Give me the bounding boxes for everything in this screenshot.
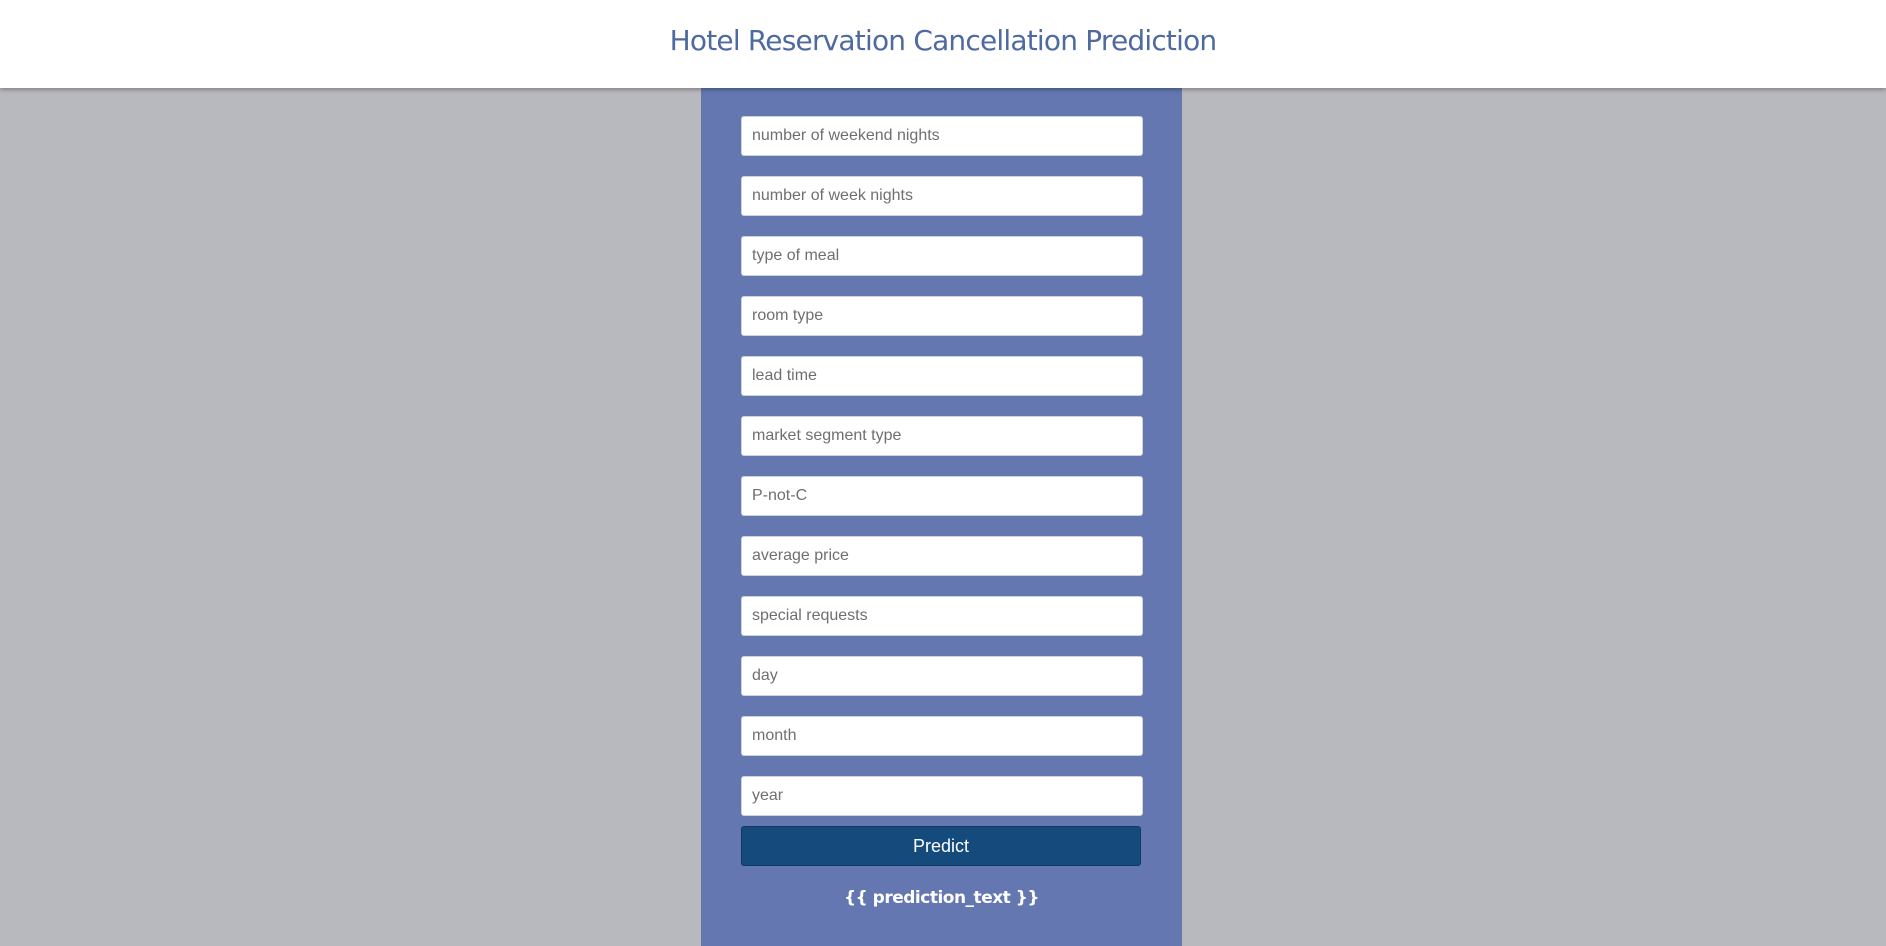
predict-button[interactable]: Predict	[741, 826, 1141, 866]
week-nights-input[interactable]	[741, 176, 1143, 216]
prediction-form-panel: Predict {{ prediction_text }}	[701, 88, 1182, 946]
meal-type-input[interactable]	[741, 236, 1143, 276]
special-requests-input[interactable]	[741, 596, 1143, 636]
p-not-c-input[interactable]	[741, 476, 1143, 516]
year-input[interactable]	[741, 776, 1143, 816]
day-input[interactable]	[741, 656, 1143, 696]
market-segment-input[interactable]	[741, 416, 1143, 456]
page-title: Hotel Reservation Cancellation Predictio…	[669, 24, 1218, 57]
lead-time-input[interactable]	[741, 356, 1143, 396]
room-type-input[interactable]	[741, 296, 1143, 336]
month-input[interactable]	[741, 716, 1143, 756]
prediction-result-text: {{ prediction_text }}	[844, 888, 1039, 908]
weekend-nights-input[interactable]	[741, 116, 1143, 156]
average-price-input[interactable]	[741, 536, 1143, 576]
page-header: Hotel Reservation Cancellation Predictio…	[0, 0, 1886, 88]
